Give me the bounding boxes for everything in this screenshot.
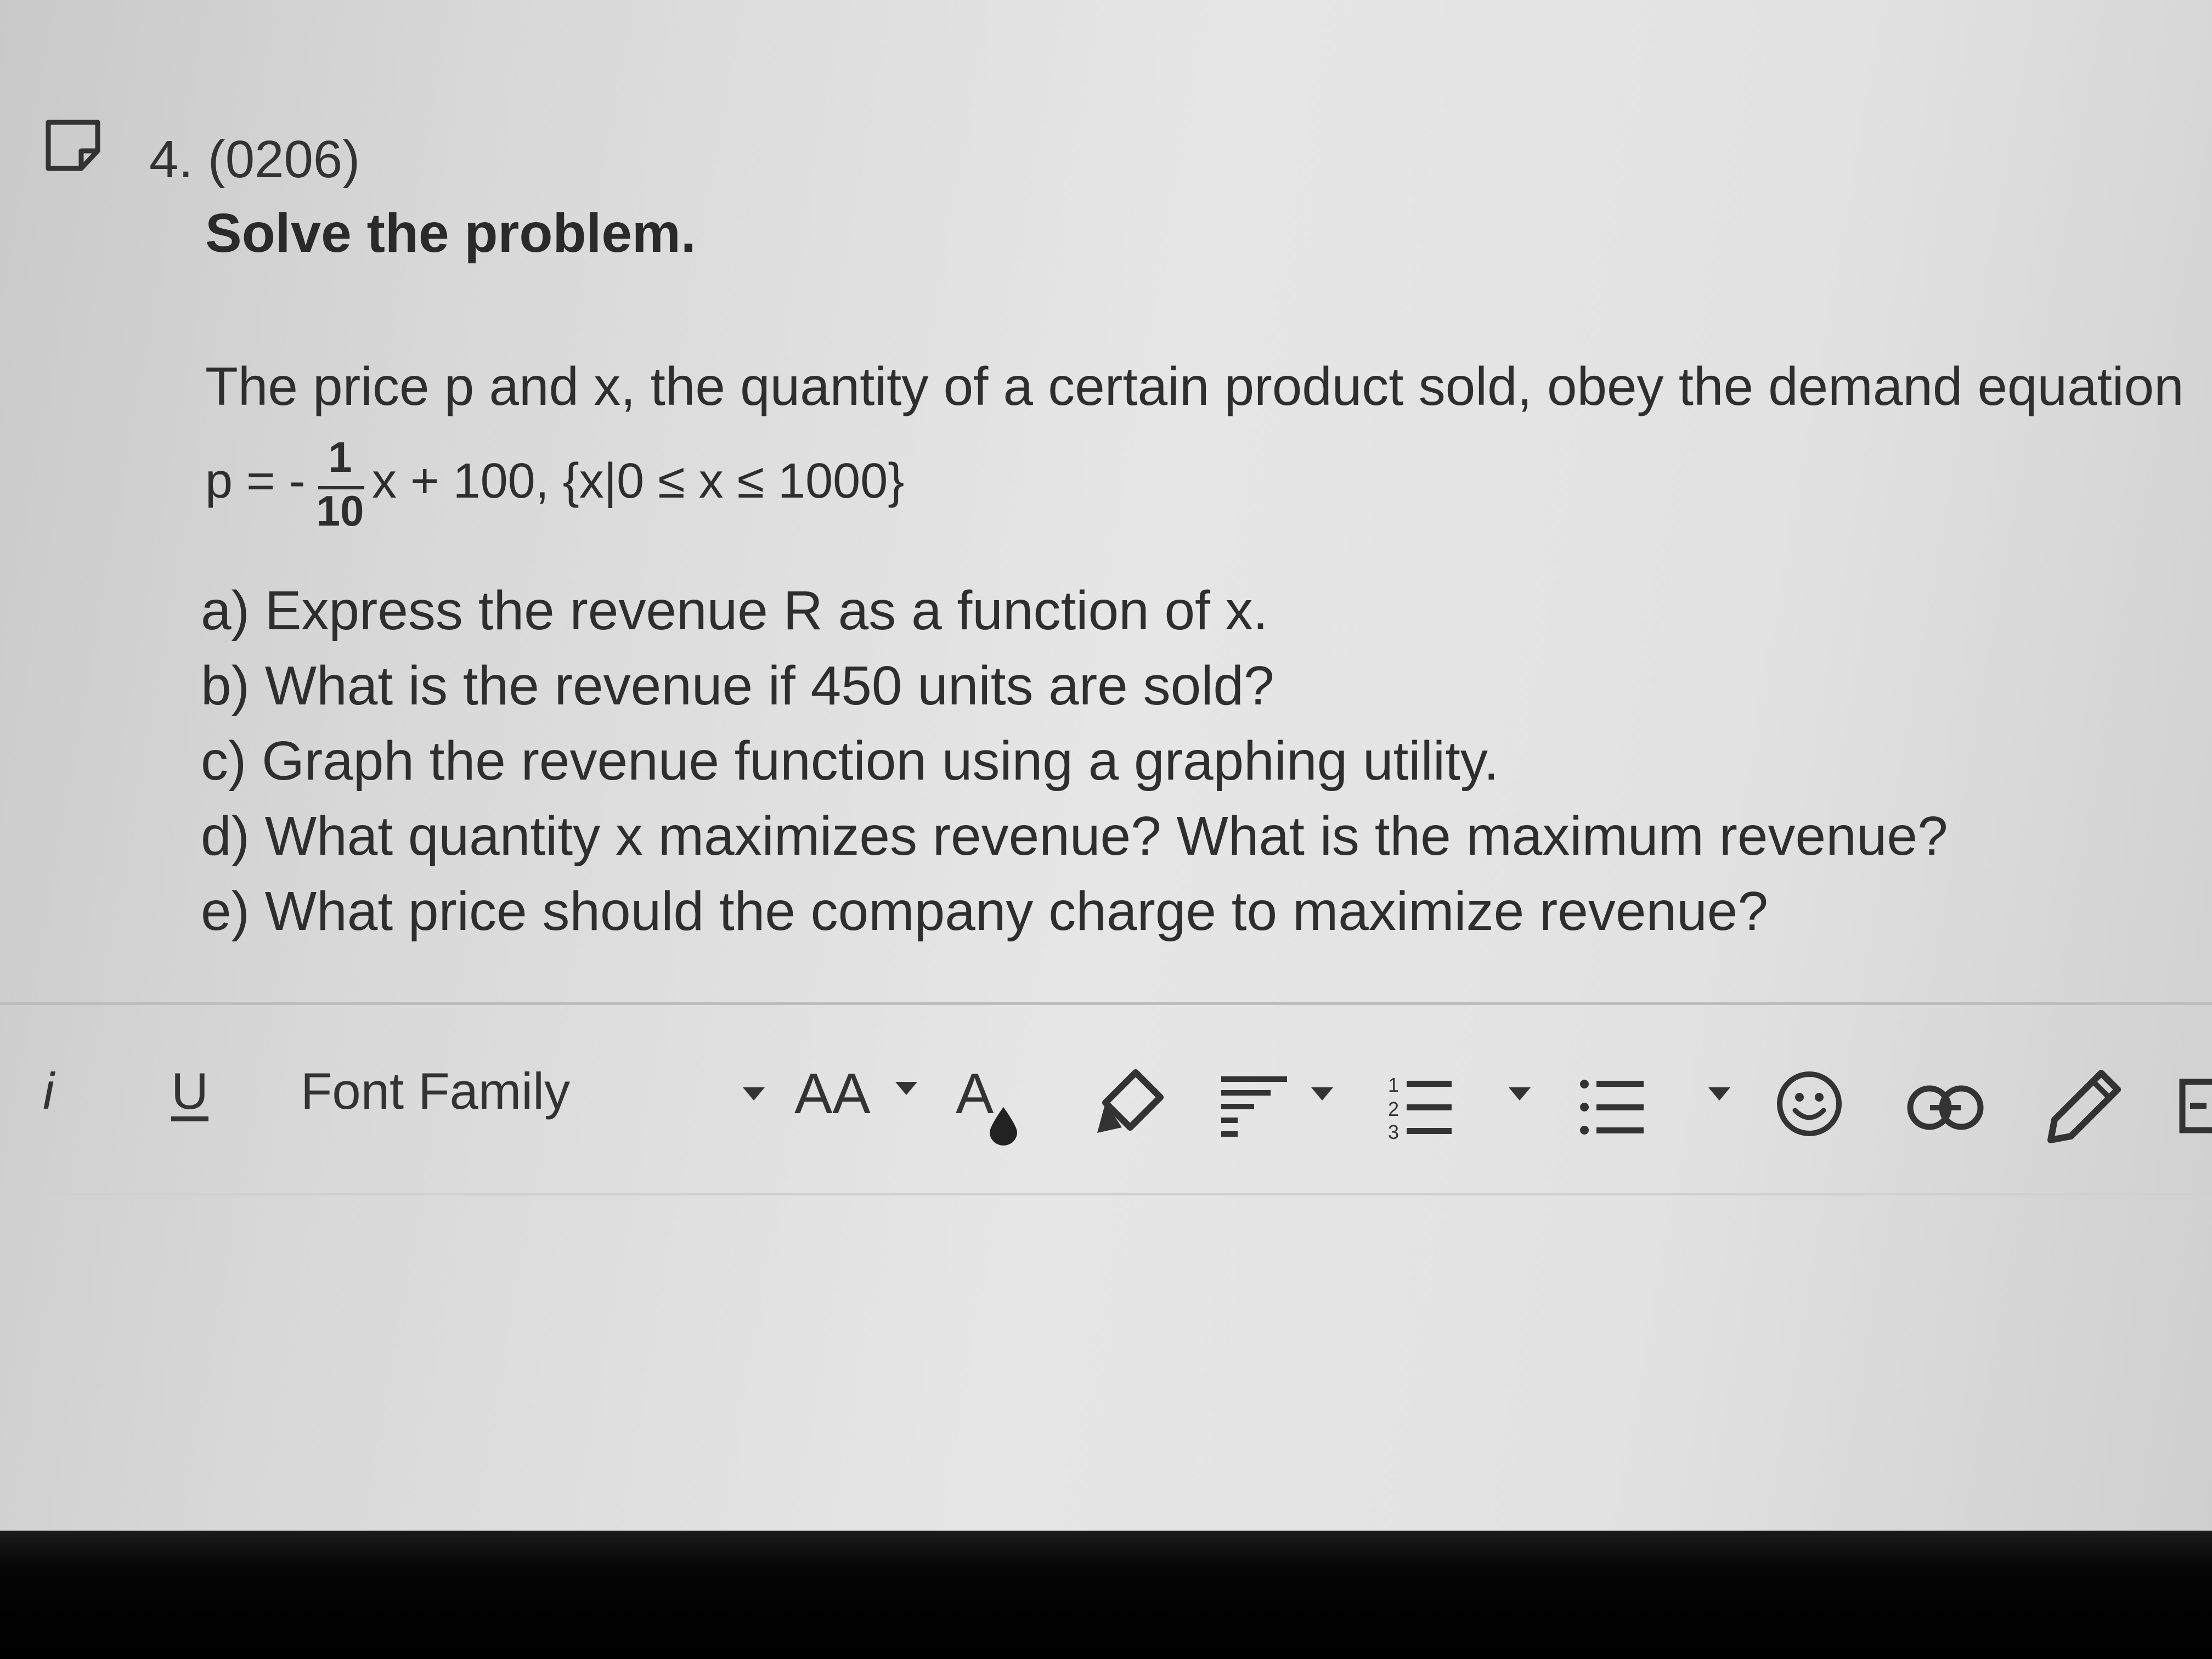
font-size-dropdown-icon[interactable] [895,1082,917,1099]
equation-lhs: p = - [205,454,306,509]
smiley-icon[interactable] [1775,1070,1843,1141]
text-color-button[interactable]: A [956,1062,994,1127]
svg-text:1: 1 [1388,1074,1399,1096]
part-b: b) What is the revenue if 450 units are … [201,655,1274,716]
editor-divider [0,1002,2212,1005]
italic-button[interactable]: i [43,1062,54,1121]
font-family-dropdown-icon[interactable] [743,1087,765,1104]
svg-text:2: 2 [1388,1098,1399,1120]
part-e: e) What price should the company charge … [201,881,1768,942]
image-icon[interactable] [2179,1079,2212,1136]
monitor-bezel [0,1531,2212,1659]
equation-fraction: 1 10 [314,432,366,542]
question-instruction: Solve the problem. [205,202,696,264]
numbered-list-icon[interactable]: 1 2 3 [1388,1074,1454,1143]
equation-rhs: x + 100, {x|0 ≤ x ≤ 1000} [372,454,905,509]
question-number: 4. (0206) [149,130,360,189]
bullet-list-dropdown-icon[interactable] [1708,1087,1730,1104]
part-c: c) Graph the revenue function using a gr… [201,730,1499,792]
bullet-list-icon[interactable] [1580,1074,1646,1143]
align-left-icon[interactable] [1221,1076,1298,1139]
part-a: a) Express the revenue R as a function o… [201,580,1268,641]
fraction-denominator: 10 [316,487,364,535]
question-statement: The price p and x, the quantity of a cer… [205,356,2184,416]
numbered-list-dropdown-icon[interactable] [1509,1087,1531,1104]
fraction-numerator: 1 [328,433,352,481]
flag-icon[interactable] [44,118,104,173]
align-dropdown-icon[interactable] [1311,1087,1333,1104]
editor-toolbar: i U Font Family AA A 1 2 3 [0,1037,2212,1163]
screen: 4. (0206) Solve the problem. The price p… [0,0,2212,1531]
link-icon[interactable] [1907,1083,1984,1135]
pencil-icon[interactable] [2046,1068,2123,1147]
svg-text:3: 3 [1388,1121,1399,1140]
toolbar-bottom-divider [0,1193,2212,1195]
part-d: d) What quantity x maximizes revenue? Wh… [201,805,1948,867]
highlighter-icon[interactable] [1097,1067,1169,1141]
text-color-icon [990,1107,1017,1148]
font-size-button[interactable]: AA [794,1062,871,1127]
question-parts: a) Express the revenue R as a function o… [201,573,1948,949]
underline-button[interactable]: U [171,1062,208,1121]
font-family-select[interactable]: Font Family [301,1062,570,1121]
